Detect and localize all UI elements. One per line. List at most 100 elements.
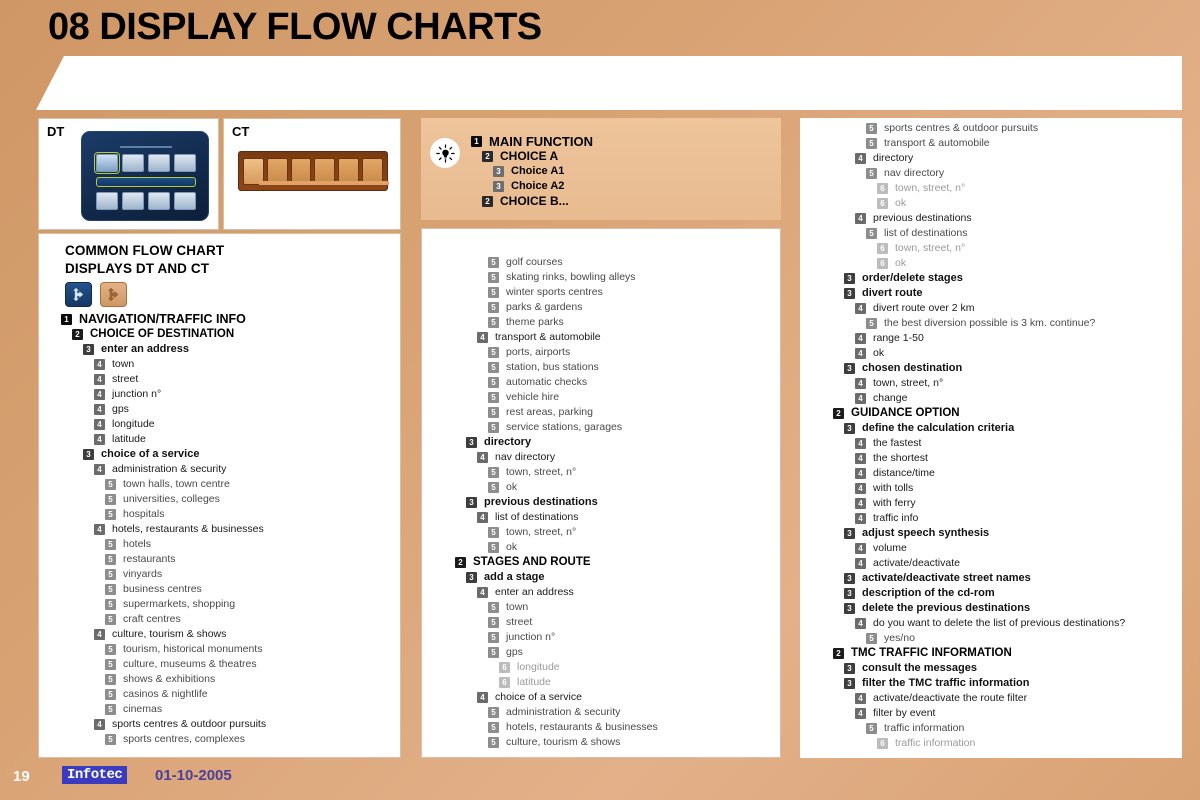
level-badge: 5 (105, 734, 116, 745)
flow-chart-row-label: service stations, garages (506, 421, 623, 433)
flow-chart-row-label: vehicle hire (506, 391, 560, 403)
flow-chart-row: 2 CHOICE B... (482, 194, 593, 209)
flow-chart-row-label: previous destinations (484, 496, 598, 508)
level-badge: 5 (488, 482, 499, 493)
middle-flow-chart-panel: 5 golf courses 5 skating rinks, bowling all… (421, 228, 781, 758)
flow-chart-row: 3 directory (466, 435, 658, 450)
flow-chart-row: 6 ok (877, 196, 1125, 211)
flow-chart-row-label: list of destinations (884, 227, 968, 239)
level-badge: 5 (488, 632, 499, 643)
flow-chart-row-label: delete the previous destinations (862, 602, 1031, 614)
level-badge: 3 (493, 166, 504, 177)
flow-chart-row: 5 casinos & nightlife (105, 687, 266, 702)
flow-chart-row-label: sports centres & outdoor pursuits (884, 122, 1039, 134)
flow-chart-row-label: choice of a service (101, 448, 200, 460)
flow-chart-row-label: nav directory (495, 451, 556, 463)
flow-chart-row-label: latitude (517, 676, 551, 688)
flow-chart-row: 4 gps (94, 402, 266, 417)
flow-chart-row: 6 town, street, n° (877, 181, 1125, 196)
level-badge: 5 (488, 722, 499, 733)
level-badge: 3 (844, 528, 855, 539)
flow-chart-row: 4 volume (855, 541, 1125, 556)
flow-chart-row-label: ok (895, 197, 907, 209)
level-badge: 4 (855, 378, 866, 389)
level-badge: 5 (866, 168, 877, 179)
flow-chart-row-label: CHOICE B... (500, 194, 569, 208)
flow-chart-row-label: skating rinks, bowling alleys (506, 271, 636, 283)
flow-chart-row-label: traffic info (873, 512, 919, 524)
flow-chart-row: 4 town, street, n° (855, 376, 1125, 391)
flow-chart-row: 5 nav directory (866, 166, 1125, 181)
flow-chart-row: 3 add a stage (466, 570, 658, 585)
flow-chart-row: 5 sports centres, complexes (105, 732, 266, 747)
flow-chart-row: 5 universities, colleges (105, 492, 266, 507)
level-badge: 4 (94, 359, 105, 370)
page-title: 08 DISPLAY FLOW CHARTS (48, 6, 542, 48)
flow-chart-row-label: enter an address (101, 343, 190, 355)
level-badge: 4 (855, 483, 866, 494)
flow-chart-row: 3 divert route (844, 286, 1125, 301)
flow-chart-row: 5 supermarkets, shopping (105, 597, 266, 612)
flow-chart-row-label: activate/deactivate street names (862, 572, 1031, 584)
level-badge: 5 (105, 689, 116, 700)
flow-chart-row: 3 activate/deactivate street names (844, 571, 1125, 586)
flow-chart-row-label: parks & gardens (506, 301, 583, 313)
flow-chart-row-label: traffic information (884, 722, 965, 734)
navigation-arrow-icon-tan (100, 282, 127, 307)
flow-chart-row-label: STAGES AND ROUTE (473, 556, 591, 568)
flow-chart-row: 4 list of destinations (477, 510, 658, 525)
flow-chart-row: 5 skating rinks, bowling alleys (488, 270, 658, 285)
flow-chart-row: 2 CHOICE A (482, 149, 593, 164)
level-badge: 5 (866, 723, 877, 734)
flow-chart-row-label: town, street, n° (895, 182, 966, 194)
flow-chart-row-label: distance/time (873, 467, 935, 479)
level-badge: 5 (866, 138, 877, 149)
level-badge: 5 (488, 362, 499, 373)
level-badge: 1 (471, 136, 482, 147)
level-badge: 6 (499, 677, 510, 688)
level-badge: 6 (877, 198, 888, 209)
flow-chart-row-label: enter an address (495, 586, 574, 598)
level-badge: 3 (844, 678, 855, 689)
flow-chart-row: 4 previous destinations (855, 211, 1125, 226)
level-badge: 5 (105, 584, 116, 595)
level-badge: 5 (488, 617, 499, 628)
flow-chart-row-label: TMC TRAFFIC INFORMATION (851, 647, 1012, 659)
flow-chart-row: 5 street (488, 615, 658, 630)
flow-chart-row: 4 street (94, 372, 266, 387)
flow-chart-row: 5 craft centres (105, 612, 266, 627)
flow-chart-row-label: directory (873, 152, 914, 164)
level-badge: 4 (855, 468, 866, 479)
flow-chart-row-label: volume (873, 542, 907, 554)
dt-icon-audio (122, 154, 144, 172)
level-badge: 4 (477, 512, 488, 523)
level-badge: 5 (866, 633, 877, 644)
dt-icon-row-top (94, 152, 196, 174)
flow-chart-row: 4 latitude (94, 432, 266, 447)
infotec-logo: Infotec (62, 766, 128, 784)
flow-chart-row: 5 sports centres & outdoor pursuits (866, 121, 1125, 136)
level-badge: 5 (488, 542, 499, 553)
flow-chart-row: 5 town, street, n° (488, 525, 658, 540)
flow-chart-row: 3 chosen destination (844, 361, 1125, 376)
flow-chart-row: 4 enter an address (477, 585, 658, 600)
flow-chart-row: 4 directory (855, 151, 1125, 166)
flow-chart-row: 4 nav directory (477, 450, 658, 465)
flow-chart-row: 5 ok (488, 540, 658, 555)
level-badge: 6 (499, 662, 510, 673)
flow-chart-row: 5 vinyards (105, 567, 266, 582)
level-badge: 5 (488, 272, 499, 283)
flow-chart-row: 5 town (488, 600, 658, 615)
flow-chart-row: 4 divert route over 2 km (855, 301, 1125, 316)
flow-chart-row-label: administration & security (112, 463, 227, 475)
flow-chart-row: 4 the fastest (855, 436, 1125, 451)
dt-screen-mock (81, 131, 209, 221)
flow-chart-row-label: business centres (123, 583, 202, 595)
flow-chart-row-label: street (112, 373, 139, 385)
level-badge: 4 (94, 374, 105, 385)
flow-chart-row: 4 ok (855, 346, 1125, 361)
flow-chart-row-label: choice of a service (495, 691, 582, 703)
level-badge: 4 (855, 213, 866, 224)
level-badge: 5 (488, 347, 499, 358)
flow-chart-row-label: junction n° (506, 631, 556, 643)
